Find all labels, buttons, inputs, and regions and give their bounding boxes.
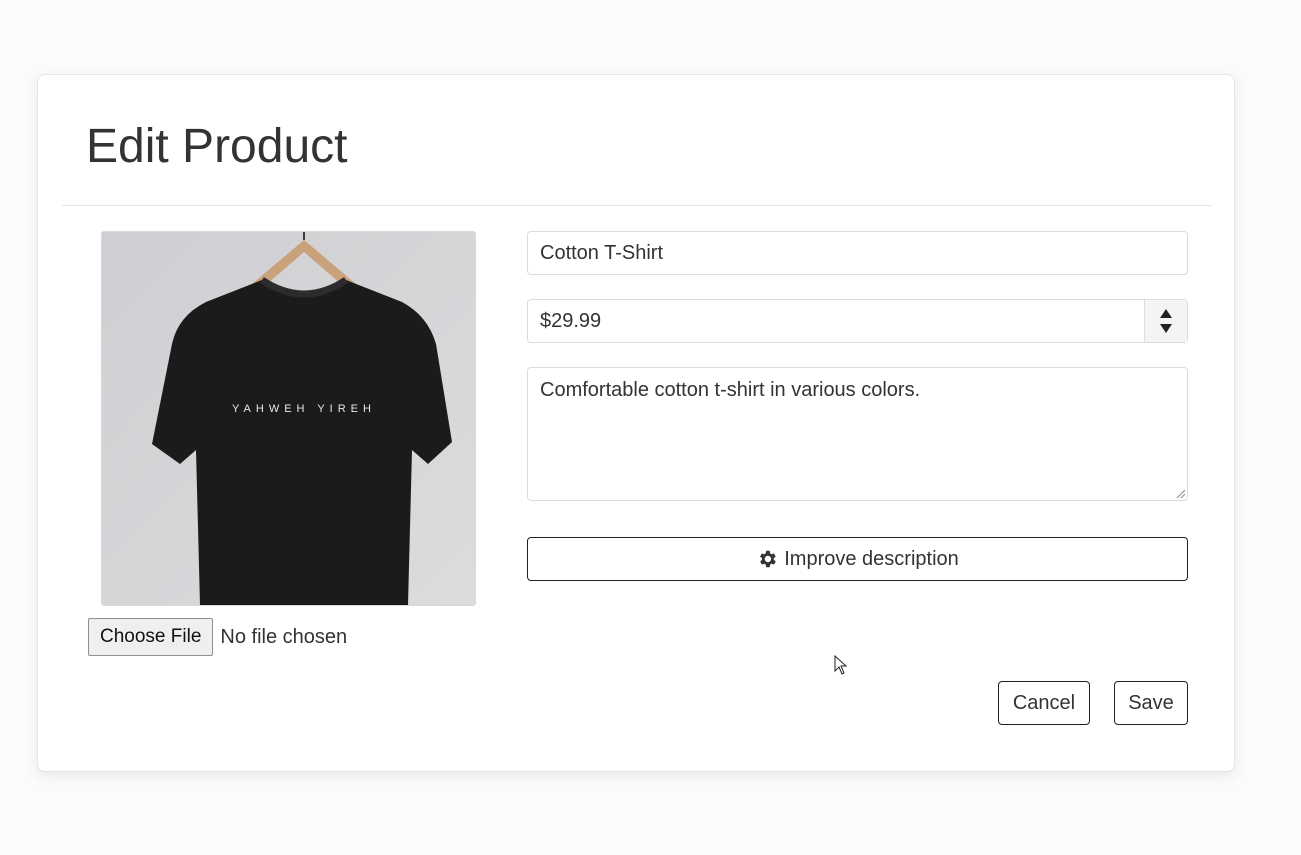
file-upload: Choose File No file chosen (88, 617, 347, 657)
modal-title: Edit Product (86, 120, 348, 173)
resize-handle-icon[interactable] (1176, 489, 1185, 498)
mouse-cursor-icon (834, 655, 848, 675)
save-button[interactable]: Save (1114, 681, 1188, 725)
product-image: YAHWEH YIREH (101, 231, 476, 606)
description-text: Comfortable cotton t-shirt in various co… (540, 379, 921, 401)
shirt-print-text: YAHWEH YIREH (232, 403, 376, 415)
choose-file-button[interactable]: Choose File (88, 618, 214, 656)
product-name-input[interactable]: Cotton T-Shirt (527, 231, 1188, 275)
gear-icon (756, 548, 778, 570)
product-description-textarea[interactable]: Comfortable cotton t-shirt in various co… (527, 367, 1188, 501)
file-status-text: No file chosen (220, 625, 348, 648)
price-stepper[interactable] (1144, 300, 1187, 342)
improve-description-button[interactable]: Improve description (527, 537, 1188, 581)
stepper-up-icon[interactable] (1160, 309, 1172, 318)
product-price-input[interactable]: $29.99 (527, 299, 1188, 343)
price-value: $29.99 (540, 310, 602, 332)
edit-product-modal: Edit Product YAHWEH YIREH Choose File No… (37, 74, 1235, 772)
improve-description-label: Improve description (784, 547, 959, 570)
cancel-button[interactable]: Cancel (998, 681, 1090, 725)
header-divider (62, 205, 1212, 206)
stepper-down-icon[interactable] (1160, 324, 1172, 333)
